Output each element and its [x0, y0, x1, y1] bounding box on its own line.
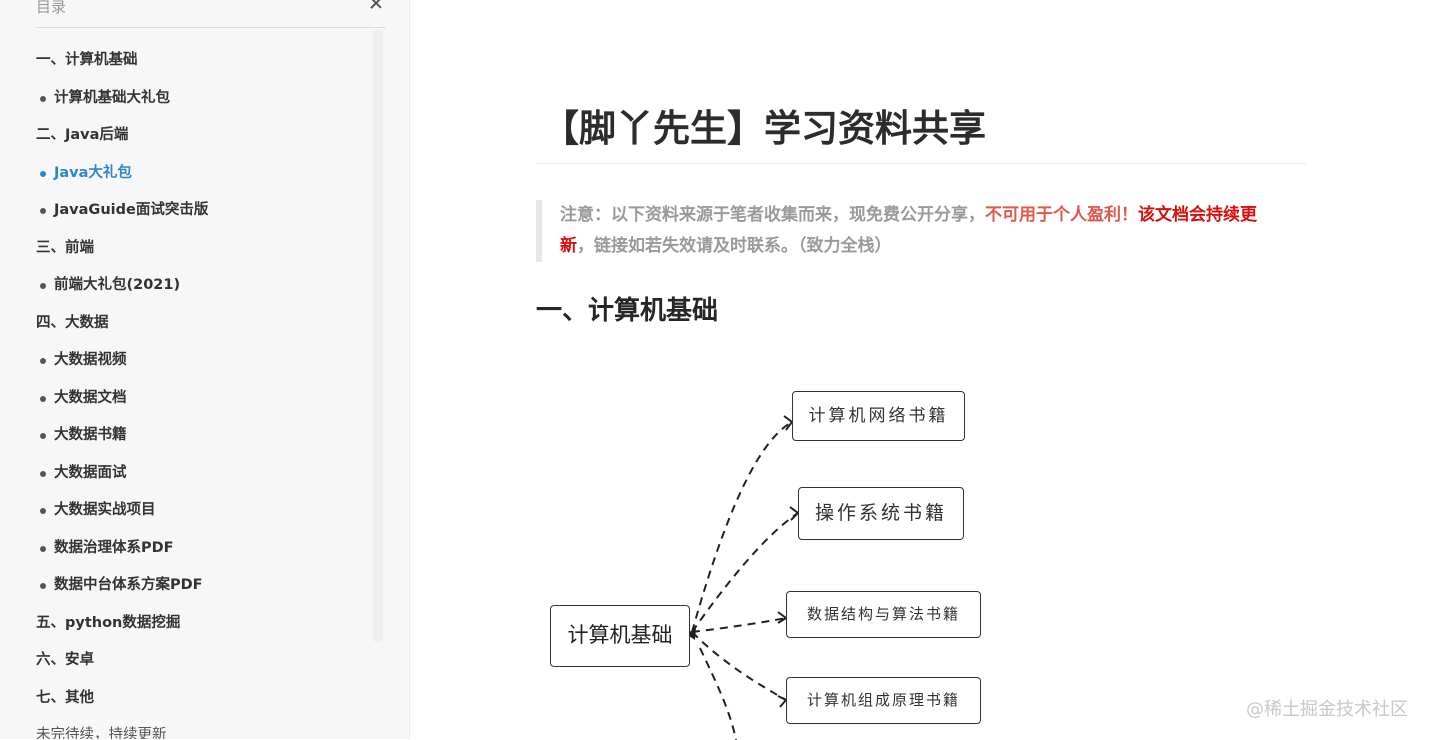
toc-item[interactable]: 大数据视频: [36, 342, 208, 380]
connector-1: [691, 421, 793, 633]
toc-item[interactable]: JavaGuide面试突击版: [36, 192, 208, 230]
toc-item[interactable]: 大数据文档: [36, 380, 208, 418]
mindmap-node: 计算机网络书籍: [792, 391, 965, 441]
section-heading: 一、计算机基础: [536, 296, 719, 326]
watermark: @稀土掘金技术社区: [1246, 699, 1408, 720]
notice-blockquote: 注意：以下资料来源于笔者收集而来，现免费公开分享，不可用于个人盈利！该文档会持续…: [536, 200, 1276, 262]
toc-item[interactable]: 五、python数据挖掘: [36, 605, 208, 643]
toc-item[interactable]: 大数据面试: [36, 455, 208, 493]
toc-item[interactable]: 数据中台体系方案PDF: [36, 567, 208, 605]
toc-list: 一、计算机基础 计算机基础大礼包 二、Java后端 Java大礼包 JavaGuide面…: [36, 42, 208, 739]
close-icon[interactable]: [366, 0, 386, 13]
notice-contact: ，链接如若失效请及时联系。（致力全栈）: [577, 236, 892, 256]
toc-sidebar: 目录 一、计算机基础 计算机基础大礼包 二、Java后端 Java大礼包 JavaGui…: [0, 0, 410, 739]
toc-item[interactable]: 计算机基础大礼包: [36, 80, 208, 118]
connector-3: [691, 617, 787, 633]
toc-item[interactable]: 四、大数据: [36, 305, 208, 343]
toc-item[interactable]: 一、计算机基础: [36, 42, 208, 80]
mindmap-node: 数据结构与算法书籍: [786, 591, 981, 638]
mindmap-node: 计算机组成原理书籍: [786, 677, 981, 724]
arrowhead-4: [777, 695, 788, 708]
toc-item[interactable]: 六、安卓: [36, 642, 208, 680]
toc-item[interactable]: 二、Java后端: [36, 117, 208, 155]
toc-item[interactable]: 大数据实战项目: [36, 492, 208, 530]
mindmap-root-node: 计算机基础: [550, 605, 690, 667]
toc-title: 目录: [36, 0, 67, 16]
notice-no-profit: 不可用于个人盈利: [985, 205, 1121, 225]
toc-item[interactable]: Java大礼包: [36, 155, 208, 193]
mindmap-node: 操作系统书籍: [798, 487, 964, 540]
arrowhead-3: [777, 611, 788, 624]
arrowhead-2: [789, 506, 800, 521]
toc-item[interactable]: 前端大礼包(2021): [36, 267, 208, 305]
arrowhead-1: [783, 415, 794, 431]
connector-4: [691, 631, 787, 701]
title-divider: [536, 163, 1306, 164]
toc-item[interactable]: 数据治理体系PDF: [36, 530, 208, 568]
toc-header: 目录: [36, 0, 386, 28]
notice-text: 注意：以下资料来源于笔者收集而来，现免费公开分享，: [560, 205, 985, 225]
page-title: 【脚丫先生】学习资料共享: [542, 107, 986, 150]
toc-scrollbar[interactable]: [373, 30, 383, 642]
connector-5: [699, 647, 737, 740]
toc-item[interactable]: 七、其他: [36, 680, 208, 718]
notice-exclaim: ！: [1121, 205, 1138, 225]
toc-item[interactable]: 三、前端: [36, 230, 208, 268]
toc-item[interactable]: 大数据书籍: [36, 417, 208, 455]
toc-item[interactable]: 未完待续，持续更新: [36, 717, 208, 739]
